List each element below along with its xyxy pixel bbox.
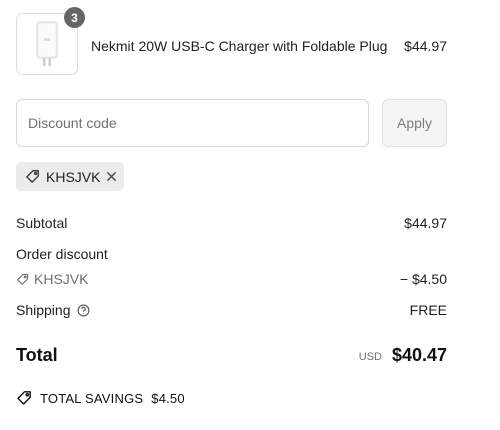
remove-discount-close-icon[interactable]: [106, 171, 117, 182]
order-discount-code: KHSJVK: [16, 271, 88, 287]
savings-tag-icon: [16, 390, 32, 406]
order-discount-label: Order discount: [16, 246, 108, 262]
tag-icon: [25, 169, 40, 184]
product-name: Nekmit 20W USB-C Charger with Foldable P…: [91, 38, 388, 54]
product-price: $44.97: [404, 38, 447, 54]
tag-icon: [16, 273, 29, 286]
quantity-badge: 3: [64, 7, 85, 28]
applied-discount-chip: KHSJVK: [16, 162, 124, 191]
total-savings: TOTAL SAVINGS $4.50: [16, 390, 185, 406]
total-savings-label: TOTAL SAVINGS: [40, 390, 144, 406]
shipping-label: Shipping: [16, 302, 71, 318]
order-discount-code-text: KHSJVK: [34, 271, 89, 287]
help-circle-icon[interactable]: [77, 304, 90, 317]
shipping-value: FREE: [409, 302, 447, 318]
shipping-row-label: Shipping: [16, 302, 90, 318]
total-savings-value: $4.50: [151, 390, 185, 406]
total-amount: $40.47: [391, 345, 447, 365]
discount-code-input[interactable]: [16, 99, 369, 147]
applied-code-label: KHSJVK: [46, 168, 101, 185]
subtotal-label: Subtotal: [16, 215, 68, 231]
subtotal-value: $44.97: [404, 215, 447, 231]
apply-discount-button[interactable]: Apply: [382, 99, 447, 147]
total-label: Total: [16, 345, 58, 365]
total-currency: USD: [358, 351, 382, 363]
order-discount-value: − $4.50: [399, 271, 447, 287]
